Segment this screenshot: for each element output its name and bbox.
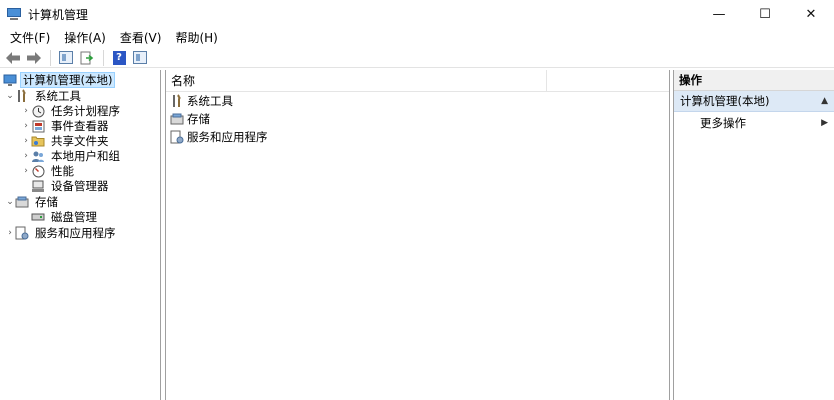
show-hide-action-pane-button[interactable] bbox=[131, 49, 149, 67]
chevron-down-icon[interactable]: ⌄ bbox=[5, 88, 15, 104]
tree-item-label: 计算机管理(本地) bbox=[20, 72, 116, 88]
system-tools-icon bbox=[170, 94, 184, 108]
tree-item-label: 系统工具 bbox=[35, 89, 81, 103]
close-button[interactable]: ✕ bbox=[788, 0, 834, 28]
list-header: 名称 bbox=[166, 69, 669, 92]
action-pane-icon bbox=[133, 51, 147, 64]
storage-icon bbox=[170, 112, 184, 126]
disk-icon bbox=[31, 210, 45, 224]
chevron-right-icon[interactable]: › bbox=[21, 163, 31, 179]
actions-header: 操作 bbox=[674, 70, 834, 91]
list-item[interactable]: 系统工具 bbox=[166, 92, 669, 110]
list-item-label: 存储 bbox=[187, 112, 210, 126]
details-list: 名称 系统工具 存储 服务和应用程序 bbox=[165, 69, 670, 400]
tree-item-root[interactable]: 计算机管理(本地) bbox=[3, 72, 116, 88]
actions-pane: 操作 计算机管理(本地) ▲ 更多操作 ▶ bbox=[673, 70, 834, 400]
tree-item-storage[interactable]: ⌄ 存储 bbox=[5, 194, 61, 210]
back-arrow-icon bbox=[6, 51, 20, 64]
toolbar-separator bbox=[50, 49, 51, 66]
menu-action[interactable]: 操作(A) bbox=[57, 28, 113, 48]
list-item[interactable]: 存储 bbox=[166, 110, 669, 128]
actions-section-title: 计算机管理(本地) bbox=[680, 94, 770, 108]
back-button[interactable] bbox=[4, 49, 22, 67]
tree-item-label: 磁盘管理 bbox=[51, 210, 97, 224]
toolbar-separator bbox=[103, 49, 104, 66]
device-manager-icon bbox=[31, 179, 45, 193]
forward-arrow-icon bbox=[27, 51, 41, 64]
help-icon: ? bbox=[112, 50, 126, 65]
chevron-right-icon[interactable]: › bbox=[21, 118, 31, 134]
services-icon bbox=[15, 226, 29, 240]
event-viewer-icon bbox=[31, 119, 45, 133]
menu-file[interactable]: 文件(F) bbox=[3, 28, 57, 48]
tree-item-local-users-groups[interactable]: › 本地用户和组 bbox=[21, 148, 123, 164]
tree-item-system-tools[interactable]: ⌄ 系统工具 bbox=[5, 88, 84, 104]
toolbar: ? bbox=[0, 48, 834, 68]
actions-section-computer-management[interactable]: 计算机管理(本地) ▲ bbox=[674, 91, 834, 112]
console-tree-icon bbox=[59, 51, 73, 64]
tree-item-task-scheduler[interactable]: › 任务计划程序 bbox=[21, 103, 123, 119]
tree-item-label: 任务计划程序 bbox=[51, 104, 120, 118]
tree-item-label: 事件查看器 bbox=[51, 119, 109, 133]
menu-view[interactable]: 查看(V) bbox=[113, 28, 169, 48]
export-list-button[interactable] bbox=[78, 49, 96, 67]
submenu-arrow-icon: ▶ bbox=[821, 117, 828, 128]
menu-bar: 文件(F) 操作(A) 查看(V) 帮助(H) bbox=[0, 28, 834, 48]
show-hide-console-tree-button[interactable] bbox=[57, 49, 75, 67]
window-controls: — ☐ ✕ bbox=[696, 0, 834, 28]
tree-item-label: 服务和应用程序 bbox=[35, 226, 116, 240]
console-tree: 计算机管理(本地) ⌄ 系统工具 › 任务计划程序 › 事件查看器 › 共享文件… bbox=[0, 70, 161, 400]
system-tools-icon bbox=[15, 89, 29, 103]
performance-icon bbox=[31, 164, 45, 178]
computer-management-icon bbox=[6, 6, 22, 22]
title-bar: 计算机管理 — ☐ ✕ bbox=[0, 0, 834, 28]
tree-item-shared-folders[interactable]: › 共享文件夹 bbox=[21, 133, 112, 149]
list-item[interactable]: 服务和应用程序 bbox=[166, 128, 669, 146]
tree-item-label: 设备管理器 bbox=[51, 179, 109, 193]
tree-item-label: 性能 bbox=[51, 164, 74, 178]
tree-item-event-viewer[interactable]: › 事件查看器 bbox=[21, 118, 112, 134]
tree-item-label: 本地用户和组 bbox=[51, 149, 120, 163]
tree-item-label: 共享文件夹 bbox=[51, 134, 109, 148]
list-item-label: 服务和应用程序 bbox=[187, 130, 268, 144]
maximize-button[interactable]: ☐ bbox=[742, 0, 788, 28]
chevron-right-icon[interactable]: › bbox=[21, 148, 31, 164]
more-actions-label: 更多操作 bbox=[700, 115, 746, 130]
services-icon bbox=[170, 130, 184, 144]
computer-management-icon bbox=[3, 73, 17, 87]
tree-item-performance[interactable]: › 性能 bbox=[21, 163, 77, 179]
more-actions-item[interactable]: 更多操作 ▶ bbox=[674, 112, 834, 133]
window-title: 计算机管理 bbox=[28, 7, 89, 22]
export-list-icon bbox=[80, 51, 94, 64]
chevron-right-icon[interactable]: › bbox=[21, 103, 31, 119]
forward-button[interactable] bbox=[25, 49, 43, 67]
minimize-button[interactable]: — bbox=[696, 0, 742, 28]
tree-item-label: 存储 bbox=[35, 195, 58, 209]
list-item-label: 系统工具 bbox=[187, 94, 233, 108]
shared-folder-icon bbox=[31, 134, 45, 148]
collapse-up-icon[interactable]: ▲ bbox=[821, 96, 828, 106]
chevron-down-icon[interactable]: ⌄ bbox=[5, 194, 15, 210]
menu-help[interactable]: 帮助(H) bbox=[168, 28, 224, 48]
chevron-right-icon[interactable]: › bbox=[5, 225, 15, 241]
help-button[interactable]: ? bbox=[110, 49, 128, 67]
column-header-name[interactable]: 名称 bbox=[166, 69, 547, 92]
tree-item-device-manager[interactable]: 设备管理器 bbox=[31, 178, 112, 194]
users-icon bbox=[31, 149, 45, 163]
chevron-right-icon[interactable]: › bbox=[21, 133, 31, 149]
clock-icon bbox=[31, 104, 45, 118]
tree-item-disk-management[interactable]: 磁盘管理 bbox=[31, 209, 100, 225]
tree-item-services-apps[interactable]: › 服务和应用程序 bbox=[5, 225, 119, 241]
storage-icon bbox=[15, 195, 29, 209]
